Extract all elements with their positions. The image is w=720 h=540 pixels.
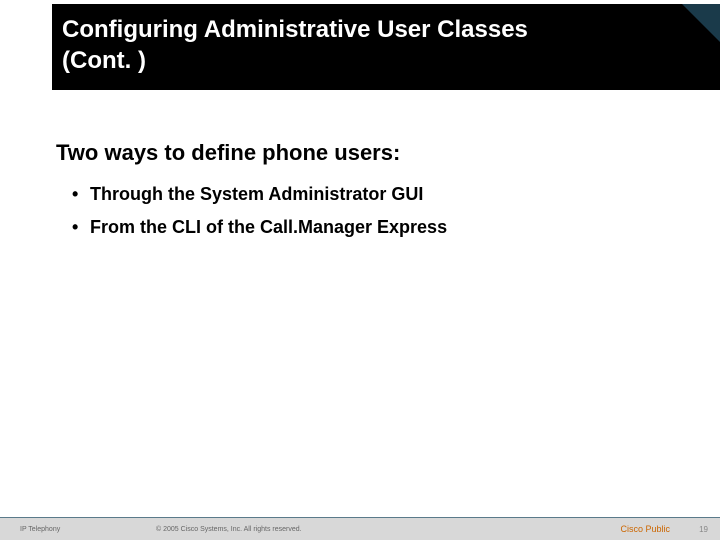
title-line-1: Configuring Administrative User Classes (62, 16, 528, 43)
subtitle: Two ways to define phone users: (56, 140, 680, 166)
footer-page-number: 19 (699, 525, 708, 534)
title-banner: Configuring Administrative User Classes … (52, 4, 720, 90)
bullet-list: Through the System Administrator GUI Fro… (56, 184, 680, 238)
corner-decoration (682, 4, 720, 42)
list-item: Through the System Administrator GUI (72, 184, 680, 205)
title-line-2: (Cont. ) (62, 47, 146, 74)
slide-title: Configuring Administrative User Classes … (52, 4, 720, 76)
content-area: Two ways to define phone users: Through … (56, 140, 680, 250)
list-item: From the CLI of the Call.Manager Express (72, 217, 680, 238)
footer-classification: Cisco Public (620, 524, 670, 534)
footer-course-label: IP Telephony (20, 526, 60, 533)
footer: IP Telephony © 2005 Cisco Systems, Inc. … (0, 518, 720, 540)
footer-copyright: © 2005 Cisco Systems, Inc. All rights re… (156, 526, 302, 533)
